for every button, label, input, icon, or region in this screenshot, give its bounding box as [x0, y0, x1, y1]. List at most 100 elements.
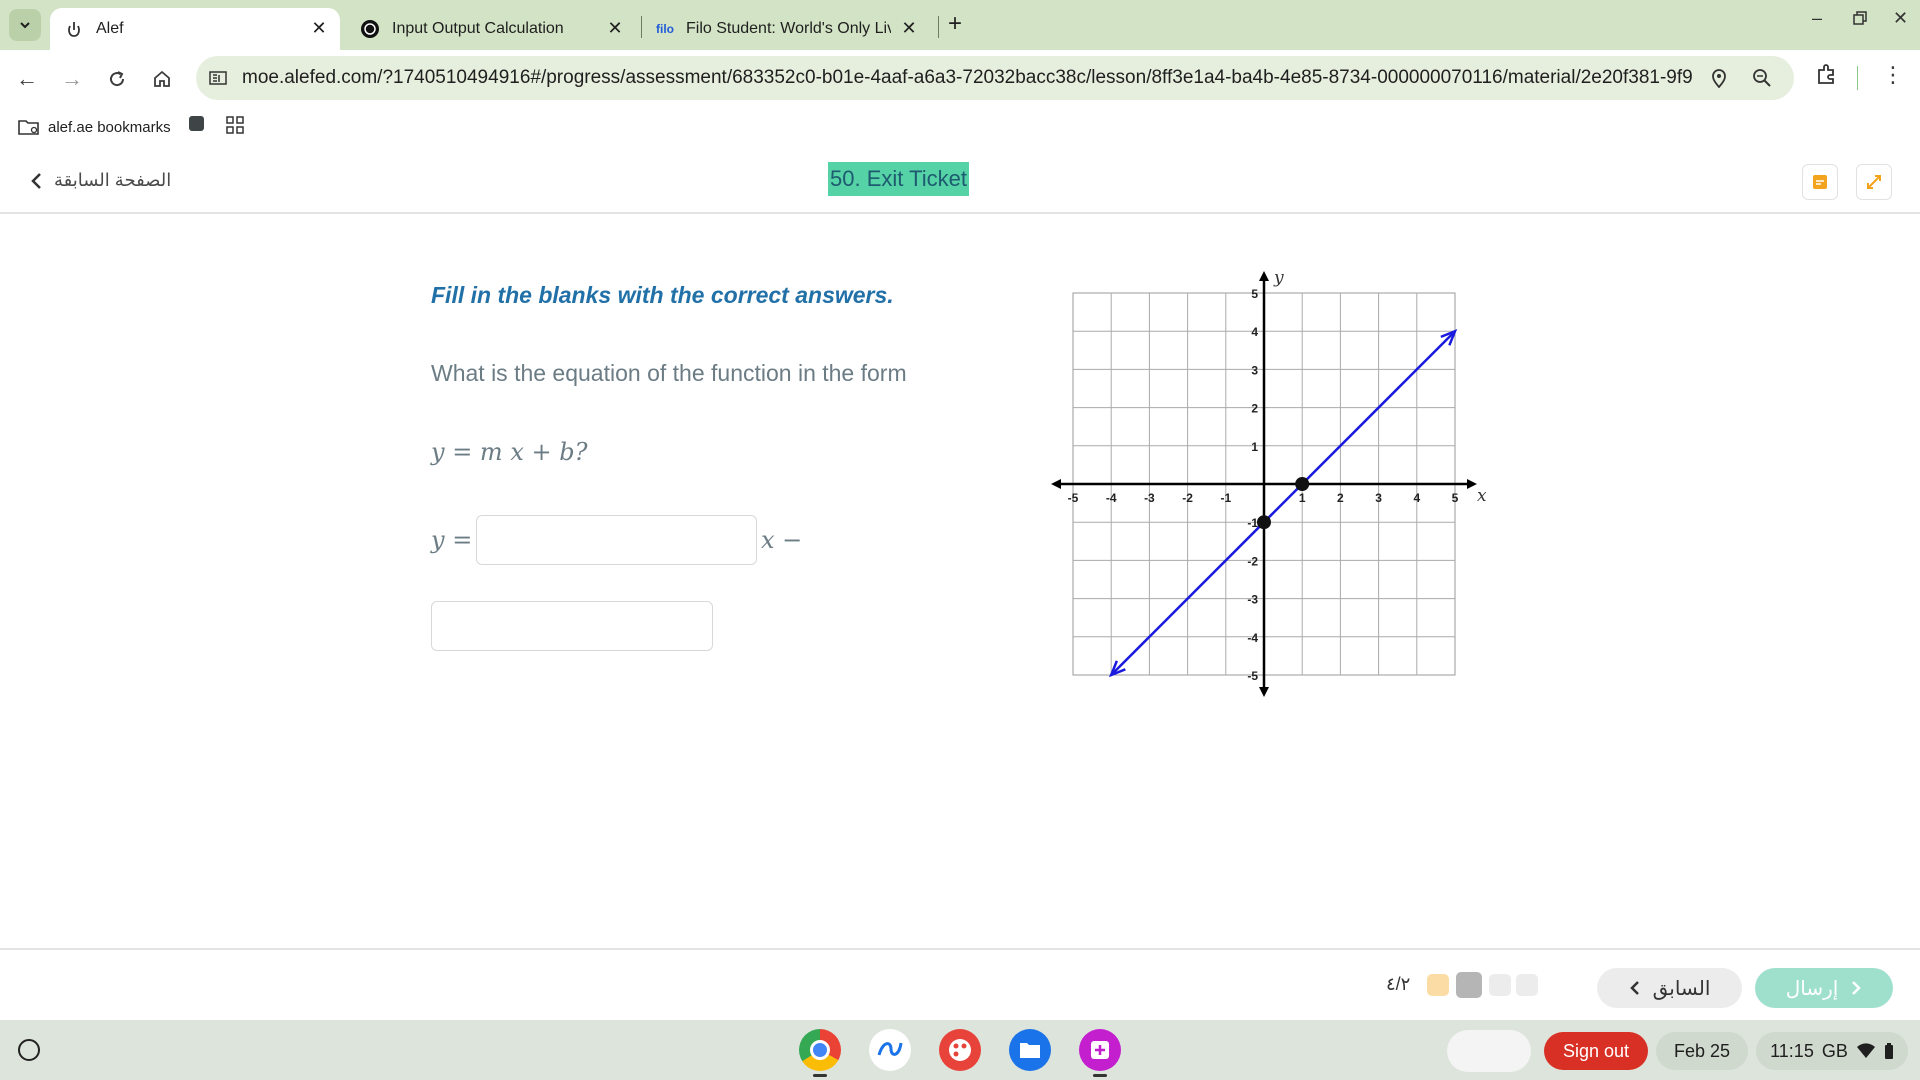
address-bar[interactable]: moe.alefed.com/?1740510494916#/progress/… — [196, 56, 1794, 100]
previous-label: السابق — [1652, 977, 1711, 1000]
reload-icon[interactable] — [102, 64, 132, 94]
chevron-left-icon — [1629, 981, 1639, 995]
y-axis-arrow-up — [1259, 271, 1269, 281]
locale-text: GB — [1821, 1040, 1848, 1061]
page-title: 50. Exit Ticket — [828, 162, 969, 196]
x-tick-label: 1 — [1299, 491, 1306, 505]
previous-page-link[interactable]: الصفحة السابقة — [30, 170, 171, 191]
close-tab-icon[interactable]: ✕ — [604, 18, 626, 39]
x-tick-label: -5 — [1068, 491, 1079, 505]
formula-text: y = m x + b? — [431, 438, 588, 466]
x-axis-arrow-right — [1467, 479, 1477, 489]
plotted-point — [1257, 515, 1271, 530]
location-icon[interactable] — [1710, 68, 1728, 94]
question-text: What is the equation of the function in … — [431, 360, 907, 386]
close-tab-icon[interactable]: ✕ — [898, 18, 920, 39]
back-icon[interactable]: ← — [12, 64, 42, 94]
minimize-icon[interactable]: – — [1812, 8, 1822, 29]
time-text: 11:15 — [1770, 1040, 1814, 1061]
equation-x-label: x − — [761, 526, 803, 554]
holding-space-thumbnail[interactable] — [1447, 1030, 1531, 1072]
new-tab-button[interactable]: + — [948, 10, 962, 38]
tab-input-output[interactable]: Input Output Calculation ✕ — [346, 8, 636, 50]
progress-dot[interactable] — [1516, 974, 1538, 996]
plotted-point — [1295, 477, 1310, 491]
expand-icon — [1867, 175, 1881, 189]
close-window-icon[interactable]: ✕ — [1893, 8, 1908, 29]
chevron-right-icon — [1852, 981, 1862, 995]
x-tick-label: 4 — [1413, 491, 1420, 505]
zoom-icon[interactable] — [1752, 68, 1772, 94]
alef-favicon-icon — [64, 19, 84, 39]
home-icon[interactable] — [147, 64, 177, 94]
y-tick-label: 2 — [1251, 402, 1258, 416]
progress-dot-current[interactable] — [1456, 972, 1482, 998]
close-tab-icon[interactable]: ✕ — [308, 18, 330, 39]
notes-button[interactable] — [1802, 164, 1838, 200]
y-tick-label: 4 — [1251, 325, 1258, 339]
y-tick-label: 5 — [1251, 287, 1258, 301]
tab-title: Alef — [96, 20, 124, 37]
filo-favicon-icon: filo — [656, 22, 674, 36]
instruction-text: Fill in the blanks with the correct answ… — [431, 282, 894, 308]
function-line — [1110, 330, 1456, 676]
y-tick-label: -4 — [1247, 631, 1258, 645]
notes-icon — [1813, 175, 1827, 189]
coordinate-graph: xy -5 -4 -3 -2 -1 1 2 3 4 554321-1-2-3-4-5 — [1051, 268, 1487, 697]
status-area[interactable]: 11:15 GB — [1756, 1032, 1908, 1070]
equation-y-label: y = — [431, 526, 473, 554]
screencast-app-icon[interactable] — [1079, 1029, 1121, 1071]
x-axis-arrow-left — [1051, 479, 1061, 489]
progress-dot[interactable] — [1489, 974, 1511, 996]
paint-app-icon[interactable] — [939, 1029, 981, 1071]
y-tick-label: -3 — [1247, 593, 1258, 607]
tab-separator — [641, 16, 642, 38]
extensions-icon[interactable] — [1815, 62, 1839, 91]
equation-row: y = x − — [431, 515, 802, 565]
chrome-app-icon[interactable] — [799, 1029, 841, 1071]
x-tick-label: 2 — [1337, 491, 1344, 505]
progress-dot[interactable] — [1427, 974, 1449, 996]
bookmark-app-icon[interactable] — [189, 116, 204, 131]
y-tick-label: 3 — [1251, 363, 1258, 377]
forward-icon[interactable]: → — [57, 64, 87, 94]
wifi-icon — [1856, 1043, 1875, 1058]
chevron-down-icon — [20, 22, 30, 29]
graph-plot — [1108, 328, 1458, 678]
tab-alef[interactable]: Alef ✕ — [50, 8, 340, 50]
fullscreen-button[interactable] — [1856, 164, 1892, 200]
tab-title: Input Output Calculation — [392, 20, 564, 37]
sign-out-button[interactable]: Sign out — [1544, 1032, 1648, 1070]
slope-input[interactable] — [476, 515, 757, 565]
tab-filo[interactable]: filo Filo Student: World's Only Live I ✕ — [644, 8, 934, 50]
y-tick-label: -5 — [1247, 669, 1258, 683]
menu-icon[interactable]: ⋮ — [1882, 62, 1904, 88]
launcher-icon[interactable] — [18, 1039, 40, 1061]
y-axis-arrow-down — [1259, 687, 1269, 697]
url-text: moe.alefed.com/?1740510494916#/progress/… — [242, 67, 1692, 88]
previous-button[interactable]: السابق — [1597, 968, 1742, 1008]
intercept-input[interactable] — [431, 601, 713, 651]
tab-search-button[interactable] — [9, 9, 41, 41]
browser-toolbar: ← → moe.alefed.com/?1740510494916#/progr… — [0, 50, 1920, 108]
y-tick-label: 1 — [1251, 440, 1258, 454]
tab-separator — [938, 16, 939, 38]
app-running-indicator — [1093, 1074, 1107, 1077]
bookmark-folder[interactable]: alef.ae bookmarks — [18, 118, 171, 136]
files-app-icon[interactable] — [1009, 1029, 1051, 1071]
app-running-indicator — [813, 1074, 827, 1077]
apps-grid-icon[interactable] — [226, 116, 244, 139]
submit-button[interactable]: إرسال — [1755, 968, 1893, 1008]
site-info-icon[interactable] — [208, 68, 228, 88]
folder-icon — [18, 120, 39, 135]
battery-icon — [1884, 1043, 1893, 1059]
x-tick-label: -2 — [1182, 491, 1193, 505]
lesson-footer: ٤/٢ السابق إرسال — [0, 948, 1920, 1020]
x-tick-label: -4 — [1106, 491, 1117, 505]
x-tick-label: 5 — [1452, 491, 1459, 505]
restore-icon[interactable] — [1852, 10, 1868, 31]
date-pill[interactable]: Feb 25 — [1656, 1032, 1748, 1070]
graph-axes: xy — [1051, 268, 1487, 697]
canvas-app-icon[interactable] — [869, 1029, 911, 1071]
x-tick-label: -3 — [1144, 491, 1155, 505]
